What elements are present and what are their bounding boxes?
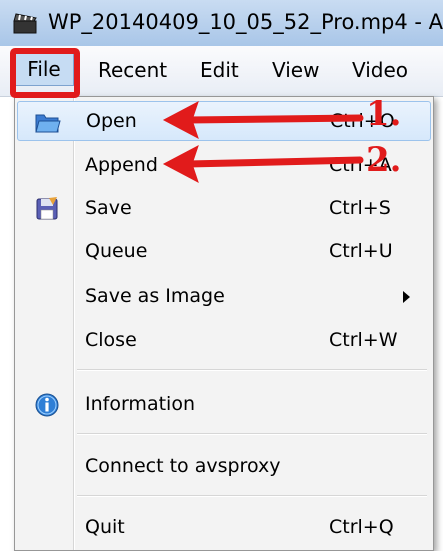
save-disk-icon (36, 197, 58, 220)
file-highlight-box (10, 48, 80, 98)
menu-item-label: Open (86, 110, 137, 132)
menu-item-label: Save as Image (85, 285, 225, 307)
menu-item-save-as-image[interactable]: Save as Image (17, 277, 431, 317)
menu-separator (77, 369, 427, 371)
annotation-step-1: 1. (366, 94, 402, 134)
menu-view[interactable]: View (272, 58, 319, 82)
open-folder-icon (35, 114, 61, 133)
menu-item-shortcut: Ctrl+S (329, 197, 391, 219)
menu-item-label: Queue (85, 240, 148, 262)
menu-item-label: Append (85, 154, 158, 176)
title-bar: WP_20140409_10_05_52_Pro.mp4 - A (0, 0, 443, 47)
menu-item-label: Connect to avsproxy (85, 455, 281, 477)
menu-item-information[interactable]: Information (17, 385, 431, 425)
menu-recent[interactable]: Recent (98, 58, 167, 82)
app-window: WP_20140409_10_05_52_Pro.mp4 - A File Re… (0, 0, 443, 551)
window-title: WP_20140409_10_05_52_Pro.mp4 - A (48, 10, 443, 34)
submenu-arrow-icon (403, 291, 410, 303)
menu-item-queue[interactable]: Queue Ctrl+U (17, 232, 431, 272)
menu-video[interactable]: Video (352, 58, 408, 82)
menu-item-shortcut: Ctrl+Q (329, 516, 394, 538)
menu-separator (77, 433, 427, 435)
menu-item-label: Quit (85, 516, 125, 538)
menu-item-shortcut: Ctrl+W (329, 329, 398, 351)
menu-item-shortcut: Ctrl+U (329, 240, 393, 262)
menu-separator (77, 495, 427, 497)
menu-edit[interactable]: Edit (200, 58, 239, 82)
menu-item-quit[interactable]: Quit Ctrl+Q (17, 508, 431, 548)
menu-item-label: Close (85, 329, 137, 351)
annotation-step-2: 2. (366, 140, 402, 180)
menu-item-save[interactable]: Save Ctrl+S (17, 189, 431, 229)
clapperboard-icon (13, 13, 37, 34)
info-icon (35, 393, 59, 417)
menu-item-close[interactable]: Close Ctrl+W (17, 321, 431, 361)
menu-item-label: Information (85, 393, 195, 415)
menu-item-connect-avsproxy[interactable]: Connect to avsproxy (17, 447, 431, 487)
menu-item-label: Save (85, 197, 132, 219)
